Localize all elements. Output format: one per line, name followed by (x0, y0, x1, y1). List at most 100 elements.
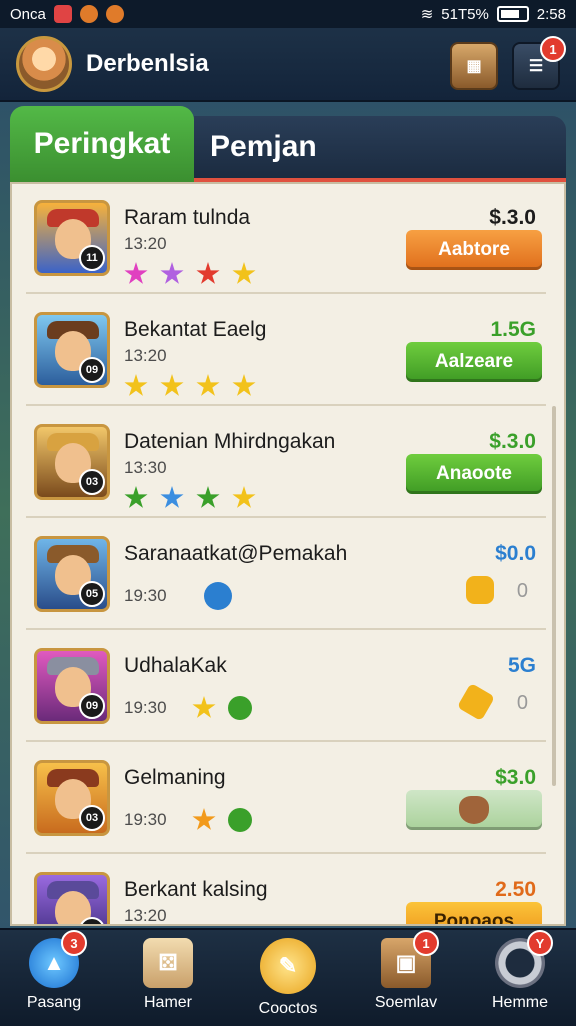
list-item[interactable]: 05 Saranaatkat@Pemakah 19:30 $0.0 0 (26, 524, 546, 630)
item-price: $.3.0 (489, 430, 536, 453)
inventory-button[interactable]: ▦ (450, 42, 498, 90)
item-time: 13:20 (124, 906, 167, 925)
star-icon (232, 262, 256, 284)
item-time: 19:30 (124, 698, 167, 717)
nav-pasang[interactable]: ▲ 3 Pasang (6, 930, 102, 1022)
item-price: 1.5G (490, 318, 536, 341)
bottom-nav: ▲ 3 Pasang ⚄ Hamer ✎ Cooctos ▣ 1 Soemlav… (0, 928, 576, 1026)
nav-label: Cooctos (258, 1000, 318, 1017)
level-badge: 05 (79, 581, 105, 607)
star-icon (232, 374, 256, 396)
item-title: Berkant kalsing (124, 878, 268, 901)
item-time: 13:30 (124, 458, 167, 477)
star-icon (196, 374, 220, 396)
battery-icon (496, 6, 529, 22)
app-notification-icon (79, 5, 98, 23)
item-price: $0.0 (495, 542, 536, 565)
item-count: 0 (516, 580, 528, 602)
avatar[interactable] (16, 36, 72, 92)
item-action-button[interactable] (406, 790, 542, 830)
item-action-button[interactable]: Aabtore (406, 230, 542, 270)
item-action-button[interactable]: Aalzeare (406, 342, 542, 382)
item-time: 19:30 (124, 810, 167, 829)
nav-hemme[interactable]: Y Hemme (472, 930, 568, 1022)
nav-hamer[interactable]: ⚄ Hamer (120, 938, 216, 1022)
scrollbar[interactable] (552, 406, 556, 786)
item-time: 13:20 (124, 234, 167, 253)
star-rating (124, 374, 256, 398)
star-icon (160, 262, 184, 284)
star-icon (160, 486, 184, 508)
star-icon (196, 262, 220, 284)
star-icon (232, 486, 256, 508)
cat-icon (459, 796, 489, 824)
key-icon[interactable] (466, 576, 494, 604)
list-item[interactable]: 03 Datenian Mhirdngakan 13:30 $.3.0 Anao… (26, 412, 546, 518)
item-price: 2.50 (495, 878, 536, 901)
wifi-icon: ≋ (420, 6, 434, 23)
star-icon (124, 262, 148, 284)
hero-portrait: 03 (34, 424, 110, 500)
tab-peringkat[interactable]: Peringkat (10, 106, 194, 182)
item-price: $3.0 (495, 766, 536, 789)
hero-portrait: 03 (34, 760, 110, 836)
nav-label: Hemme (491, 994, 548, 1011)
hero-portrait: 11 (34, 200, 110, 276)
hero-portrait: 09 (34, 312, 110, 388)
item-title: Datenian Mhirdngakan (124, 430, 336, 453)
level-badge: 09 (79, 693, 105, 719)
item-title: Raram tulnda (124, 206, 251, 229)
level-badge: 11 (79, 245, 105, 271)
star-icon (192, 696, 216, 718)
tab-bar: Peringkat Pemjan (10, 106, 566, 182)
tab-pemjan[interactable]: Pemjan (194, 116, 566, 182)
star-icon (196, 486, 220, 508)
map-icon: ▦ (466, 58, 482, 75)
hero-portrait: 09 (34, 648, 110, 724)
star-rating (192, 808, 252, 832)
item-title: Gelmaning (124, 766, 226, 789)
item-time: 19:30 (124, 586, 167, 605)
dice-icon: ⚄ (143, 938, 193, 988)
gem-icon (228, 808, 252, 832)
list-item[interactable]: 11 Berkant kalsing 13:20 2.50 Ponoaos (26, 860, 546, 925)
app-header: Derbenlsia ▦ ☰ 1 (0, 28, 576, 102)
nav-badge: 3 (61, 930, 87, 956)
hero-portrait: 05 (34, 536, 110, 612)
list-item[interactable]: 09 Bekantat Eaelg 13:20 1.5G Aalzeare (26, 300, 546, 406)
item-action-button[interactable]: Anaoote (406, 454, 542, 494)
list-item[interactable]: 09 UdhalaKak 19:30 5G 0 (26, 636, 546, 742)
star-rating (124, 262, 256, 286)
nav-label: Soemlav (374, 994, 438, 1011)
nav-label: Hamer (143, 994, 192, 1011)
card-icon: ▣ 1 (381, 930, 439, 988)
star-rating (192, 696, 252, 720)
carrier-label: Onca (10, 5, 46, 23)
upload-icon: ▲ 3 (29, 930, 87, 988)
notification-badge: 1 (540, 36, 566, 62)
item-title: Bekantat Eaelg (124, 318, 267, 341)
clock: 2:58 (536, 5, 566, 23)
list-item[interactable]: 11 Raram tulnda 13:20 $.3.0 Aabtore (26, 188, 546, 294)
battery-percent: 51T5% (441, 5, 489, 23)
item-count: 0 (516, 692, 528, 714)
cheese-icon[interactable] (456, 682, 496, 722)
level-badge: 09 (79, 357, 105, 383)
ranking-list[interactable]: 11 Raram tulnda 13:20 $.3.0 Aabtore 09 B… (10, 182, 566, 926)
lightning-icon (204, 582, 232, 610)
item-title: Saranaatkat@Pemakah (124, 542, 348, 565)
list-icon: ☰ (528, 58, 544, 75)
item-action-button[interactable]: Ponoaos (406, 902, 542, 924)
level-badge: 03 (79, 805, 105, 831)
list-item[interactable]: 03 Gelmaning 19:30 $3.0 (26, 748, 546, 854)
item-title: UdhalaKak (124, 654, 227, 677)
nav-cooctos[interactable]: ✎ Cooctos (240, 938, 336, 1022)
nav-soemlav[interactable]: ▣ 1 Soemlav (358, 930, 454, 1022)
alert-icon (105, 5, 124, 23)
gem-icon (228, 696, 252, 720)
item-time: 13:20 (124, 346, 167, 365)
ring-icon: Y (495, 930, 553, 988)
status-bar: Onca ≋ 51T5% 2:58 (0, 0, 576, 28)
compass-icon: ✎ (260, 938, 316, 994)
notifications-button[interactable]: ☰ 1 (512, 36, 566, 90)
